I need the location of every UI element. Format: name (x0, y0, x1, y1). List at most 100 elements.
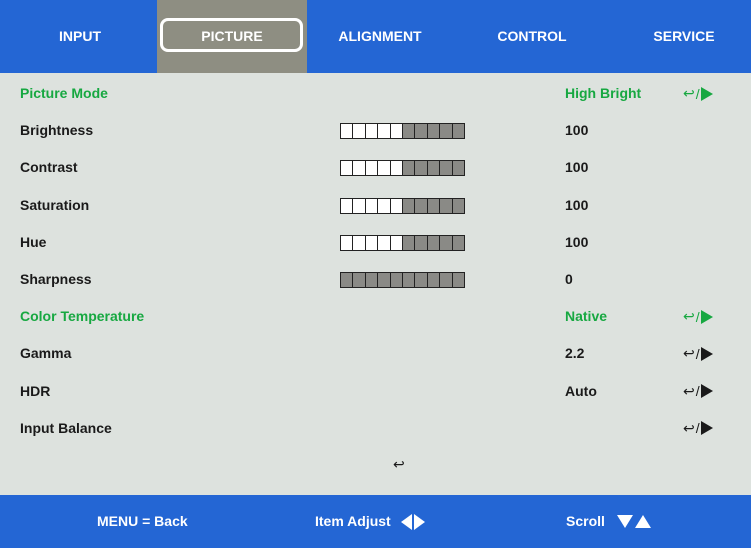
slider-segment (403, 198, 416, 213)
enter-submenu-icon[interactable]: ↩ / (683, 410, 713, 447)
slider-segment (403, 273, 416, 287)
slider-segment (403, 124, 416, 139)
slider-segment (452, 273, 465, 287)
return-icon: ↩ (683, 382, 695, 399)
tab-service[interactable]: SERVICE (622, 0, 746, 73)
menu-tab-bar: INPUT PICTURE ALIGNMENT CONTROL SERVICE (0, 0, 751, 73)
footer-back-hint: MENU = Back (97, 495, 188, 548)
row-value: 100 (565, 122, 589, 139)
row-value: Auto (565, 382, 597, 399)
slider-segment (415, 124, 428, 139)
separator: / (695, 420, 700, 437)
enter-icon: ↩ (393, 456, 405, 472)
slider-segment (353, 273, 366, 287)
slider-segment (365, 235, 379, 250)
enter-submenu-icon[interactable]: ↩ / (683, 75, 713, 112)
footer-scroll-hint: Scroll (566, 495, 651, 548)
row-label: Sharpness (20, 271, 92, 287)
play-arrow-icon (700, 421, 713, 436)
tab-picture-label: PICTURE (201, 28, 263, 44)
menu-row-contrast[interactable]: Contrast 100 (0, 149, 751, 186)
row-value: High Bright (565, 85, 642, 101)
slider-segment (341, 161, 354, 176)
brightness-slider[interactable] (340, 123, 465, 140)
menu-row-saturation[interactable]: Saturation 100 (0, 187, 751, 224)
menu-row-brightness[interactable]: Brightness 100 (0, 112, 751, 149)
slider-segment (427, 198, 441, 213)
slider-segment (427, 273, 441, 287)
play-arrow-icon (700, 309, 713, 324)
slider-segment (378, 124, 391, 139)
play-arrow-icon (700, 346, 713, 361)
slider-segment (403, 161, 416, 176)
menu-row-picture-mode[interactable]: Picture Mode High Bright ↩ / (0, 75, 751, 112)
tab-alignment[interactable]: ALIGNMENT (318, 0, 442, 73)
menu-row-input-balance[interactable]: Input Balance ↩ / (0, 410, 751, 447)
return-icon: ↩ (683, 308, 695, 325)
tab-control-label: CONTROL (497, 28, 567, 44)
slider-segment (365, 198, 379, 213)
slider-segment (353, 198, 366, 213)
separator: / (695, 383, 700, 400)
slider-segment (378, 273, 391, 287)
row-label: Picture Mode (20, 85, 108, 101)
row-value: 100 (565, 159, 589, 176)
footer-scroll-text: Scroll (566, 513, 605, 529)
tab-input-label: INPUT (59, 28, 101, 44)
row-label: Gamma (20, 345, 72, 362)
row-label: Color Temperature (20, 308, 145, 325)
row-label: Saturation (20, 196, 90, 213)
slider-segment (341, 235, 354, 250)
left-right-arrows-icon (400, 513, 425, 530)
slider-segment (440, 161, 453, 176)
hue-slider[interactable] (340, 234, 465, 251)
slider-segment (415, 198, 428, 213)
row-value: 100 (565, 196, 589, 213)
slider-segment (390, 161, 404, 176)
slider-segment (390, 198, 404, 213)
slider-segment (365, 273, 379, 287)
slider-segment (452, 161, 465, 176)
slider-segment (452, 198, 465, 213)
enter-submenu-icon[interactable]: ↩ / (683, 373, 713, 410)
saturation-slider[interactable] (340, 197, 465, 214)
menu-row-hue[interactable]: Hue 100 (0, 224, 751, 261)
row-label: HDR (20, 382, 51, 399)
tab-service-label: SERVICE (653, 28, 715, 44)
play-arrow-icon (700, 86, 713, 101)
sharpness-slider[interactable] (340, 272, 465, 288)
row-label: Brightness (20, 122, 94, 139)
slider-segment (415, 235, 428, 250)
slider-segment (390, 235, 404, 250)
tab-picture[interactable]: PICTURE (157, 0, 307, 73)
slider-segment (427, 124, 441, 139)
slider-segment (353, 161, 366, 176)
menu-row-sharpness[interactable]: Sharpness 0 (0, 261, 751, 298)
separator: / (695, 308, 700, 325)
slider-segment (341, 198, 354, 213)
enter-submenu-icon[interactable]: ↩ / (683, 298, 713, 335)
slider-segment (341, 273, 354, 287)
tab-input[interactable]: INPUT (18, 0, 142, 73)
separator: / (695, 85, 700, 102)
footer-adjust-hint: Item Adjust (315, 495, 425, 548)
slider-segment (390, 124, 404, 139)
slider-segment (365, 161, 379, 176)
slider-segment (415, 161, 428, 176)
slider-segment (353, 124, 366, 139)
slider-segment (427, 235, 441, 250)
menu-row-color-temperature[interactable]: Color Temperature Native ↩ / (0, 298, 751, 335)
row-value: 0 (565, 271, 573, 287)
slider-segment (440, 273, 453, 287)
down-up-arrows-icon (616, 515, 651, 528)
slider-segment (403, 235, 416, 250)
enter-submenu-icon[interactable]: ↩ / (683, 335, 713, 372)
slider-segment (378, 161, 391, 176)
row-value: 100 (565, 233, 589, 250)
slider-segment (452, 124, 465, 139)
contrast-slider[interactable] (340, 160, 465, 177)
menu-row-hdr[interactable]: HDR Auto ↩ / (0, 373, 751, 410)
row-label: Input Balance (20, 419, 112, 436)
menu-row-gamma[interactable]: Gamma 2.2 ↩ / (0, 335, 751, 372)
tab-control[interactable]: CONTROL (470, 0, 594, 73)
